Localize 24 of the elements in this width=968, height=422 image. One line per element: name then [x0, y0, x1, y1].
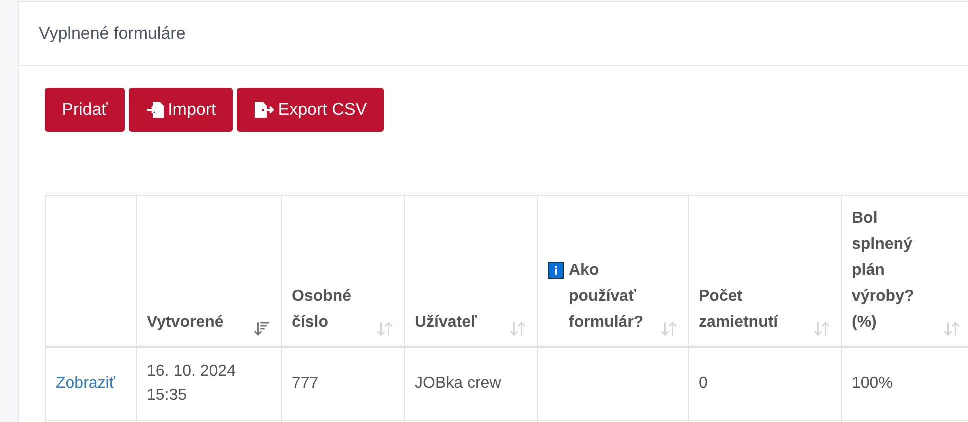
column-title: Počet zamietnutí	[699, 287, 780, 333]
action-button[interactable]: Pridať	[45, 88, 126, 132]
table-cell: 0	[699, 374, 708, 392]
sort-descending-icon[interactable]	[253, 320, 271, 338]
action-button[interactable]: Import	[129, 88, 234, 132]
table-cell: 777	[292, 374, 319, 392]
table-cell: JOBka crew	[415, 374, 502, 392]
sort-icon[interactable]	[509, 320, 527, 338]
sort-icon[interactable]	[813, 320, 831, 338]
file-export-icon	[254, 100, 276, 120]
column-title: Osobné číslo	[292, 287, 353, 333]
column-title: Ako používať formulár?	[569, 261, 645, 333]
column-title: Užívateľ	[415, 313, 478, 333]
card-title: Vyplnené formuláre	[39, 22, 186, 45]
view-link[interactable]: Zobraziť	[56, 374, 116, 392]
action-button[interactable]: Export CSV	[237, 88, 384, 132]
sort-icon[interactable]	[376, 320, 394, 338]
table-cell: 16. 10. 2024 15:35	[147, 362, 236, 404]
file-import-icon	[146, 100, 166, 120]
sort-icon[interactable]	[660, 320, 678, 338]
column-title: Vytvorené	[147, 313, 224, 333]
sort-icon[interactable]	[943, 320, 961, 338]
column-title: Bol splnený plán výroby? (%)	[852, 209, 916, 333]
table-cell: 100%	[852, 374, 893, 392]
